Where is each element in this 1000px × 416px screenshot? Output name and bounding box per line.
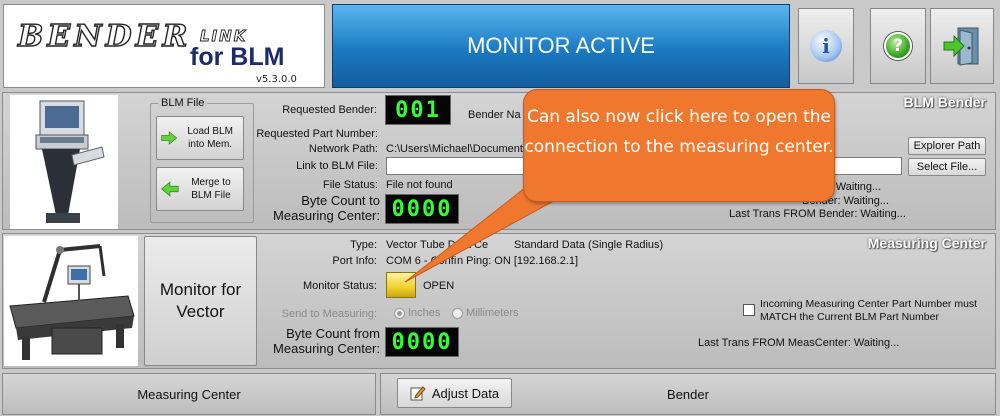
link-file-label: Link to BLM File:: [296, 160, 378, 172]
match-part-checkbox[interactable]: [743, 304, 755, 316]
measuring-center-title: Measuring Center: [867, 235, 986, 251]
requested-bender-label: Requested Bender:: [282, 104, 377, 116]
exit-button[interactable]: [930, 8, 994, 84]
merge-blm-label: Merge to BLM File: [191, 177, 231, 201]
logo-subtitle: for BLM: [190, 43, 285, 71]
measuring-arm-image: [4, 236, 138, 366]
send-to-measuring-label: Send to Measuring:: [281, 308, 377, 320]
help-button[interactable]: ?: [870, 8, 926, 84]
network-path-label: Network Path:: [308, 143, 378, 155]
monitor-for-vector-button[interactable]: Monitor for Vector: [144, 236, 257, 366]
radio-dot-icon: [452, 307, 463, 319]
requested-bender-display: 001: [385, 95, 451, 125]
monitor-status-banner: MONITOR ACTIVE: [332, 4, 790, 88]
blm-file-group-label: BLM File: [158, 97, 208, 109]
byte-count-to-label: Byte Count to Measuring Center:: [273, 193, 380, 223]
bender-name-label: Bender Na: [468, 109, 521, 121]
tab-bender-label: Bender: [667, 386, 709, 402]
bender-machine-image: [10, 95, 118, 229]
arrow-left-icon: [161, 181, 179, 197]
monitor-status-label: Monitor Status:: [303, 280, 377, 292]
byte-count-from-label: Byte Count from Measuring Center:: [273, 326, 380, 356]
inches-radio[interactable]: Inches: [394, 307, 440, 319]
arrow-right-icon: [161, 131, 178, 145]
file-status-label: File Status:: [322, 179, 378, 191]
inches-label: Inches: [408, 307, 441, 319]
info-icon: i: [810, 30, 842, 62]
tab-measuring-center[interactable]: Measuring Center: [2, 373, 376, 415]
port-info-label: Port Info:: [332, 255, 377, 267]
load-blm-button[interactable]: Load BLM into Mem.: [156, 116, 244, 160]
adjust-data-button[interactable]: Adjust Data: [397, 378, 512, 408]
merge-blm-button[interactable]: Merge to BLM File: [156, 167, 244, 211]
network-path-value: C:\Users\Michael\Documents: [386, 143, 529, 155]
millimeters-label: Millimeters: [466, 307, 519, 319]
last-trans-from-bender: Last Trans FROM Bender: Waiting...: [729, 208, 906, 220]
adjust-data-label: Adjust Data: [431, 385, 500, 401]
select-file-button[interactable]: Select File...: [908, 158, 986, 176]
callout-tooltip: Can also now click here to open the conn…: [523, 89, 835, 202]
explorer-path-button[interactable]: Explorer Path: [908, 137, 986, 155]
last-trans-from-meascenter: Last Trans FROM MeasCenter: Waiting...: [698, 337, 900, 349]
millimeters-radio[interactable]: Millimeters: [452, 307, 519, 319]
requested-part-label: Requested Part Number:: [256, 128, 378, 140]
edit-pencil-icon: [410, 386, 426, 401]
app-logo: BENDER LINK for BLM v5.3.0.0: [3, 4, 325, 88]
blm-bender-title: BLM Bender: [903, 94, 986, 110]
info-button[interactable]: i: [798, 8, 854, 84]
version-label: v5.3.0.0: [256, 74, 297, 85]
help-icon: ?: [884, 32, 912, 60]
logo-bender-text: BENDER: [17, 18, 192, 54]
load-blm-label: Load BLM into Mem.: [187, 126, 233, 150]
exit-door-icon: [943, 27, 979, 66]
match-part-label: Incoming Measuring Center Part Number mu…: [760, 298, 978, 323]
type-label: Type:: [350, 239, 377, 251]
byte-count-from-display: 0000: [385, 327, 459, 357]
radio-dot-icon: [394, 307, 405, 319]
